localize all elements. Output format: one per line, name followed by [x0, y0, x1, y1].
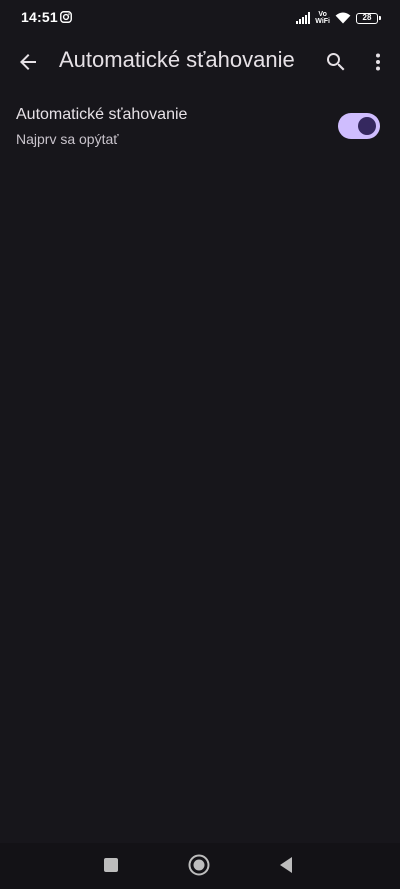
vowifi-top-label: Vo — [318, 11, 327, 18]
setting-title: Automatické sťahovanie — [16, 106, 188, 123]
vowifi-bottom-label: WiFi — [315, 18, 330, 25]
setting-summary: Najprv sa opýtať — [16, 131, 119, 147]
wifi-icon — [335, 12, 351, 24]
more-vert-icon — [376, 53, 380, 71]
signal-icon — [296, 12, 311, 24]
app-bar: Automatické sťahovanie — [0, 36, 400, 88]
vowifi-indicator: Vo WiFi — [315, 11, 330, 25]
battery-icon: 28 — [356, 12, 381, 24]
home-circle-icon[interactable] — [187, 853, 211, 877]
auto-download-setting-row[interactable]: Automatické sťahovanie Najprv sa opýtať — [0, 96, 400, 160]
page-title: Automatické sťahovanie — [59, 47, 295, 72]
status-time: 14:51 — [21, 9, 58, 25]
recents-square-icon[interactable] — [103, 857, 119, 873]
search-icon — [327, 53, 345, 71]
search-button[interactable] — [318, 44, 354, 80]
arrow-back-icon — [20, 54, 36, 70]
battery-level: 28 — [362, 12, 372, 22]
status-bar: 14:51 Vo WiFi 28 — [0, 0, 400, 36]
auto-download-toggle[interactable] — [338, 113, 380, 139]
system-nav-bar — [0, 843, 400, 889]
back-triangle-icon[interactable] — [276, 855, 296, 875]
more-options-button[interactable] — [360, 44, 396, 80]
status-indicators: Vo WiFi 28 — [296, 9, 381, 27]
back-button[interactable] — [10, 44, 46, 80]
instagram-icon — [60, 11, 72, 23]
toggle-thumb — [358, 117, 376, 135]
